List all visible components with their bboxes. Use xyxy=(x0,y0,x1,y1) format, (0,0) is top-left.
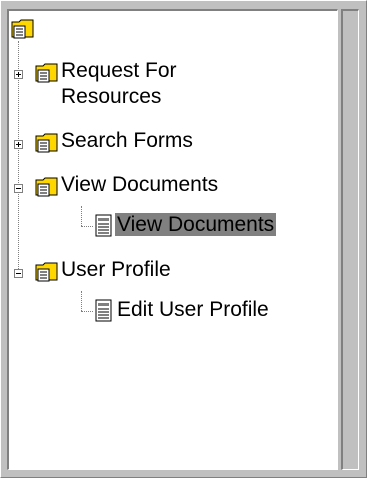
tree-item-user-profile[interactable]: User Profile xyxy=(61,257,171,283)
tree-item-request-for-resources[interactable]: Request For Resources xyxy=(61,58,241,110)
folder-document-icon[interactable] xyxy=(35,61,59,83)
expand-toggle-request-for-resources[interactable] xyxy=(14,70,23,79)
selected-item-label[interactable]: View Documents xyxy=(115,213,277,236)
tree-connector-line xyxy=(81,311,93,312)
folder-document-icon[interactable] xyxy=(35,260,59,282)
collapse-toggle-user-profile[interactable] xyxy=(14,269,23,278)
tree-item-view-documents[interactable]: View Documents xyxy=(61,172,218,198)
folder-document-icon[interactable] xyxy=(35,175,59,197)
vertical-scrollbar[interactable] xyxy=(341,9,359,470)
tree-connector-line xyxy=(81,226,93,227)
tree-item-edit-user-profile[interactable]: Edit User Profile xyxy=(117,297,269,323)
navigation-tree: Request For Resources Search Forms View … xyxy=(7,9,338,470)
collapse-toggle-view-documents[interactable] xyxy=(14,184,23,193)
tree-connector-line xyxy=(81,206,82,226)
tree-connector-line xyxy=(81,291,82,311)
folder-document-icon[interactable] xyxy=(11,17,35,39)
document-icon[interactable] xyxy=(95,214,113,238)
tree-item-view-documents-child[interactable]: View Documents xyxy=(115,212,277,238)
tree-item-search-forms[interactable]: Search Forms xyxy=(61,128,193,154)
expand-toggle-search-forms[interactable] xyxy=(14,140,23,149)
document-icon[interactable] xyxy=(95,299,113,323)
folder-document-icon[interactable] xyxy=(35,131,59,153)
